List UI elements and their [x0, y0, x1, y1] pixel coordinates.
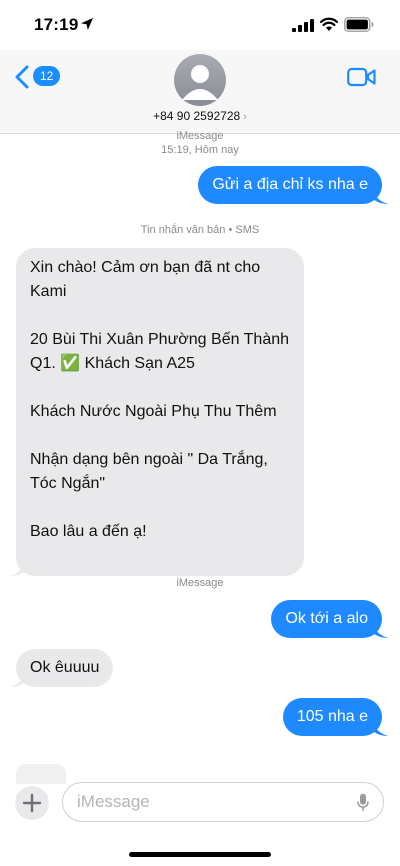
message-text: Ok êuuuu [30, 659, 100, 676]
message-paragraph: 20 Bùi Thi Xuân Phường Bến Thành Q1. ✅ K… [30, 331, 290, 372]
bubble-tail [372, 718, 388, 736]
wifi-icon [320, 17, 338, 31]
conversation-header: 12 +84 90 2592728 › [0, 50, 400, 134]
message-timestamp: 15:19, Hôm nay [161, 144, 239, 156]
status-time: 17:19 [34, 15, 79, 34]
contact-avatar[interactable] [174, 54, 226, 106]
outgoing-message[interactable]: 105 nha e [282, 698, 388, 736]
outgoing-message[interactable]: Ok tới a alo [271, 600, 388, 638]
back-chevron-icon[interactable] [14, 65, 30, 89]
video-call-icon[interactable] [347, 67, 376, 87]
apps-plus-button[interactable] [15, 786, 49, 820]
battery-icon [344, 17, 374, 32]
incoming-message[interactable]: Xin chào! Cảm ơn bạn đã nt cho Kami 20 B… [10, 248, 304, 576]
message-paragraph: Xin chào! Cảm ơn bạn đã nt cho Kami [30, 259, 261, 300]
message-text: 105 nha e [296, 708, 368, 725]
message-text: Ok tới a alo [285, 610, 368, 627]
incoming-message[interactable]: Ok êuuuu [10, 649, 114, 687]
mic-icon[interactable] [357, 793, 369, 812]
message-text: Gửi a địa chỉ ks nha e [212, 176, 368, 193]
status-bar: 17:19 [0, 0, 400, 50]
message-input-field[interactable] [62, 782, 384, 822]
message-paragraph: Bao lâu a đến ạ! [30, 523, 147, 540]
home-indicator[interactable] [129, 852, 271, 857]
plus-icon [22, 793, 42, 813]
contact-chevron-icon: › [243, 111, 247, 123]
signal-icon [292, 19, 314, 32]
contact-number-row[interactable]: +84 90 2592728 › [0, 109, 400, 123]
bubble-tail [372, 620, 388, 638]
message-input[interactable] [77, 791, 347, 813]
unread-count-badge[interactable]: 12 [33, 66, 61, 86]
bubble-tail [10, 558, 26, 576]
compose-bar [0, 770, 400, 866]
message-paragraph: Khách Nước Ngoài Phụ Thu Thêm [30, 403, 277, 420]
contact-number: +84 90 2592728 [153, 109, 241, 123]
service-label: iMessage [176, 130, 224, 142]
bubble-tail [10, 669, 26, 687]
outgoing-message[interactable]: Gửi a địa chỉ ks nha e [198, 166, 388, 204]
message-paragraph: Nhận dạng bên ngoài " Da Trắng, Tóc Ngắn… [30, 451, 268, 492]
bubble-tail [372, 186, 388, 204]
sms-label: Tin nhắn văn bản • SMS [140, 224, 260, 236]
service-label: iMessage [176, 577, 224, 589]
location-arrow-icon [81, 18, 93, 30]
avatar-icon [182, 65, 218, 100]
